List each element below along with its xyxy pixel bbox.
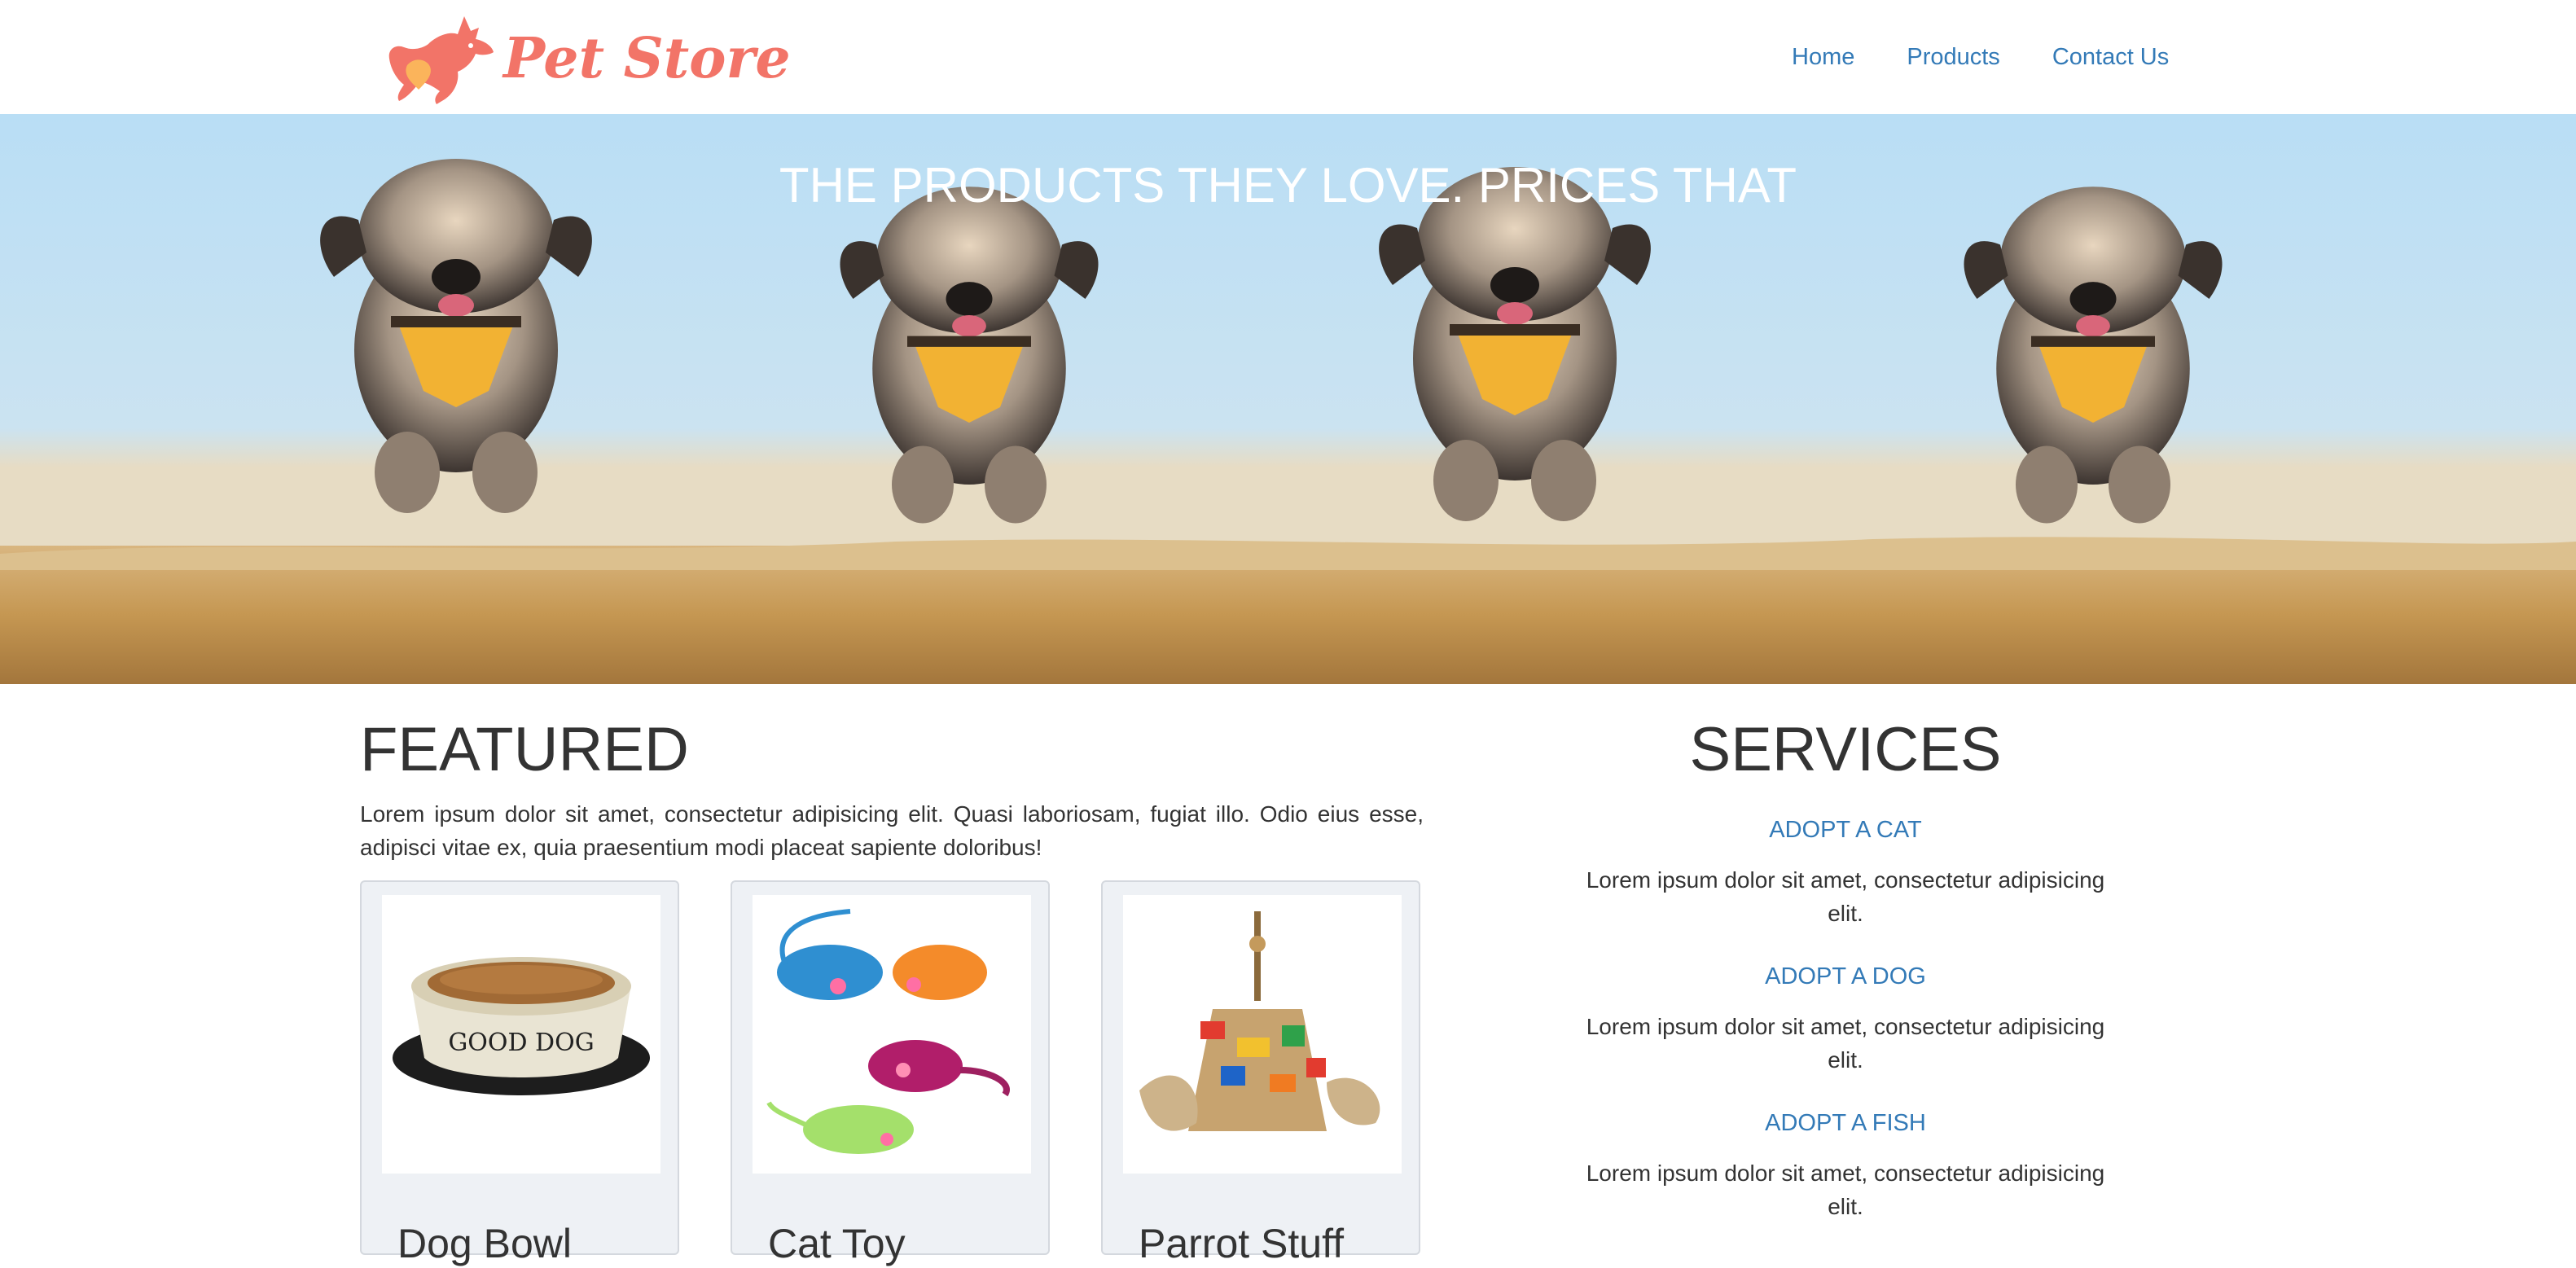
dog-bowl-image: GOOD DOG — [382, 895, 660, 1174]
dog-bowl-label: GOOD DOG — [448, 1029, 595, 1057]
nav-contact-link[interactable]: Contact Us — [2052, 39, 2169, 75]
product-name: Cat Toy — [768, 1221, 906, 1266]
navbar: Pet Store Home Products Contact Us — [0, 0, 2576, 114]
dog-logo-icon — [388, 16, 494, 104]
cat-toy-image — [753, 895, 1031, 1174]
hero-banner: THE PRODUCTS THEY LOVE. PRICES THAT — [0, 114, 2576, 684]
product-name: Dog Bowl — [397, 1221, 572, 1266]
service-description: Lorem ipsum dolor sit amet, consectetur … — [1586, 1014, 2105, 1073]
product-name: Parrot Stuff — [1139, 1221, 1344, 1266]
service-description: Lorem ipsum dolor sit amet, consectetur … — [1586, 867, 2105, 926]
nav-products-link[interactable]: Products — [1907, 39, 1999, 75]
parrot-toy-image — [1123, 895, 1402, 1174]
nav-home-link[interactable]: Home — [1792, 39, 1854, 75]
brand-logo-link[interactable]: Pet Store — [380, 11, 791, 109]
product-card-cat-toy[interactable]: Cat Toy — [731, 880, 1050, 1266]
adopt-fish-link[interactable]: ADOPT A FISH — [1585, 1107, 2106, 1139]
services-heading: SERVICES — [1689, 715, 2002, 784]
product-card-dog-bowl[interactable]: GOOD DOG Dog Bowl — [360, 880, 679, 1266]
brand-name: Pet Store — [503, 26, 791, 91]
hero-title: THE PRODUCTS THEY LOVE. PRICES THAT — [779, 158, 1797, 213]
adopt-dog-link[interactable]: ADOPT A DOG — [1585, 960, 2106, 993]
service-description: Lorem ipsum dolor sit amet, consectetur … — [1586, 1161, 2105, 1219]
adopt-cat-link[interactable]: ADOPT A CAT — [1585, 814, 2106, 846]
featured-heading: FEATURED — [360, 715, 689, 784]
featured-description: Lorem ipsum dolor sit amet, consectetur … — [360, 801, 1424, 860]
product-card-parrot-stuff[interactable]: Parrot Stuff — [1101, 880, 1420, 1266]
main-nav: Home Products Contact Us — [1792, 39, 2169, 75]
